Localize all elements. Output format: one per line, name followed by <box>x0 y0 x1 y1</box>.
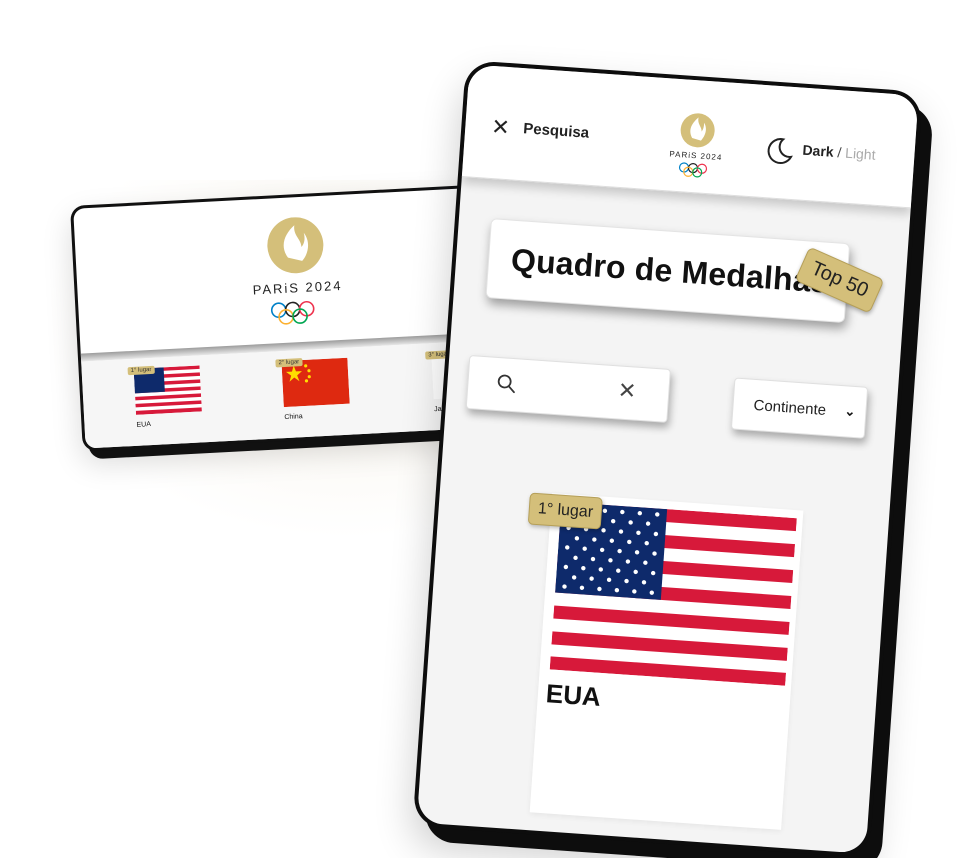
portrait-screen: ✕ Pesquisa PARiS 2024 Dark / Light Quadr… <box>416 64 919 854</box>
chevron-down-icon: ⌄ <box>844 403 856 420</box>
logo-text: PARiS 2024 <box>669 149 722 162</box>
country-card-usa[interactable]: EUA <box>529 493 804 830</box>
place-badge: 1° lugar <box>527 492 604 530</box>
country-label: China <box>284 413 303 422</box>
moon-icon[interactable] <box>763 135 795 167</box>
continent-select-value: Continente <box>753 396 827 419</box>
usa-flag <box>549 501 797 686</box>
theme-separator: / <box>836 144 842 161</box>
theme-light-label[interactable]: Light <box>845 145 876 163</box>
page-title-box: Quadro de Medalhas <box>485 218 851 324</box>
paris-2024-logo: PARiS 2024 <box>669 113 723 178</box>
continent-select[interactable]: Continente ⌄ <box>730 377 869 439</box>
logo-text: PARiS 2024 <box>252 278 343 298</box>
portrait-device: ✕ Pesquisa PARiS 2024 Dark / Light Quadr… <box>412 60 923 858</box>
theme-dark-label[interactable]: Dark <box>802 142 834 160</box>
mini-card-china[interactable]: 2° lugar China <box>275 357 350 422</box>
search-label[interactable]: Pesquisa <box>523 120 590 142</box>
mini-card-usa[interactable]: 1° lugar EUA <box>127 365 203 429</box>
page-title: Quadro de Medalhas <box>509 241 831 300</box>
close-icon[interactable]: ✕ <box>490 114 511 141</box>
country-name: EUA <box>544 678 602 712</box>
clear-icon[interactable]: ✕ <box>617 377 637 404</box>
country-label: EUA <box>136 421 152 429</box>
app-header: ✕ Pesquisa PARiS 2024 Dark / Light <box>461 64 919 209</box>
theme-toggle[interactable]: Dark / Light <box>802 142 876 163</box>
place-badge: 1° lugar <box>127 365 155 376</box>
place-badge: 2° lugar <box>275 358 303 368</box>
search-input[interactable]: ✕ <box>465 354 671 423</box>
paris-2024-logo: PARiS 2024 <box>252 217 343 325</box>
search-icon <box>497 374 515 394</box>
